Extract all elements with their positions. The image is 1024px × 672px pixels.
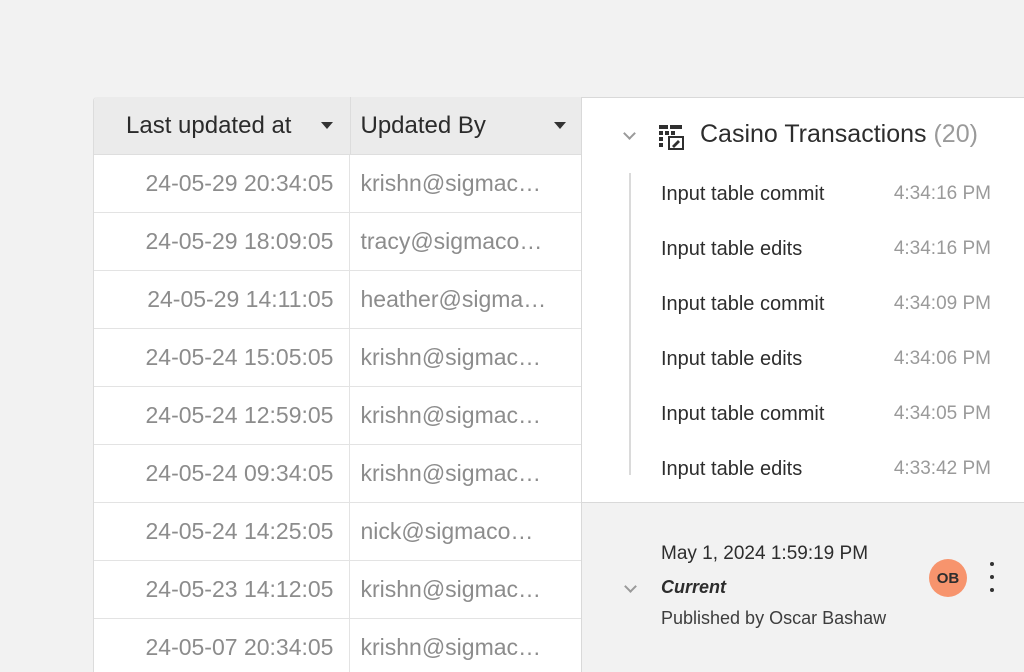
cell-updated-at[interactable]: 24-05-07 20:34:05 [94,619,351,672]
table-row[interactable]: 24-05-29 14:11:05 heather@sigma… [94,271,582,329]
event-label: Input table edits [661,237,803,260]
event-time: 4:34:06 PM [893,348,991,369]
published-by: Published by Oscar Bashaw [661,608,887,628]
group-title[interactable]: Casino Transactions (20) [700,120,978,149]
event-label: Input table edits [661,457,803,480]
history-event[interactable]: Input table edits 4:33:42 PM [661,454,991,484]
version-history-panel: Casino Transactions (20) Input table com… [581,97,1024,672]
version-status: Current [661,577,727,597]
cell-updated-at[interactable]: 24-05-24 14:25:05 [94,503,351,560]
cell-updated-by[interactable]: krishn@sigmac… [350,329,582,386]
cell-updated-by[interactable]: krishn@sigmac… [350,155,582,212]
cell-updated-by[interactable]: krishn@sigmac… [350,619,582,672]
cell-updated-at[interactable]: 24-05-29 18:09:05 [94,213,351,270]
group-title-text: Casino Transactions [700,120,927,148]
chevron-down-icon[interactable] [624,580,637,593]
column-header-label: Updated By [360,111,486,139]
event-label: Input table commit [661,292,825,315]
column-header-label: Last updated at [126,111,292,139]
table-row[interactable]: 24-05-29 18:09:05 tracy@sigmaco… [94,213,582,271]
event-label: Input table edits [661,347,803,370]
history-event[interactable]: Input table commit 4:34:09 PM [661,289,991,319]
cell-updated-at[interactable]: 24-05-23 14:12:05 [94,561,351,618]
history-group: Casino Transactions (20) Input table com… [582,98,1024,503]
column-header-updated-by[interactable]: Updated By [351,97,583,154]
cell-updated-by[interactable]: krishn@sigmac… [350,561,582,618]
event-label: Input table commit [661,182,825,205]
history-event[interactable]: Input table edits 4:34:06 PM [661,344,991,374]
data-table: Last updated at Updated By 24-05-29 20:3… [93,97,582,672]
avatar: OB [929,559,967,597]
table-row[interactable]: 24-05-29 20:34:05 krishn@sigmac… [94,155,582,213]
input-table-icon [659,125,684,150]
table-row[interactable]: 24-05-24 14:25:05 nick@sigmaco… [94,503,582,561]
cell-updated-by[interactable]: tracy@sigmaco… [350,213,582,270]
event-time: 4:34:16 PM [893,238,991,259]
history-event[interactable]: Input table commit 4:34:16 PM [661,179,991,209]
chevron-down-icon[interactable] [623,127,636,140]
version-date: May 1, 2024 1:59:19 PM [661,543,869,564]
cell-updated-by[interactable]: heather@sigma… [350,271,582,328]
cell-updated-at[interactable]: 24-05-24 15:05:05 [94,329,351,386]
table-row[interactable]: 24-05-24 12:59:05 krishn@sigmac… [94,387,582,445]
cell-updated-at[interactable]: 24-05-29 20:34:05 [94,155,351,212]
event-label: Input table commit [661,402,825,425]
cell-updated-by[interactable]: krishn@sigmac… [350,387,582,444]
caret-down-icon[interactable] [320,122,333,129]
table-row[interactable]: 24-05-24 15:05:05 krishn@sigmac… [94,329,582,387]
table-row[interactable]: 24-05-24 09:34:05 krishn@sigmac… [94,445,582,503]
history-event[interactable]: Input table edits 4:34:16 PM [661,234,991,264]
event-time: 4:33:42 PM [893,458,991,479]
cell-updated-at[interactable]: 24-05-24 12:59:05 [94,387,351,444]
table-row[interactable]: 24-05-07 20:34:05 krishn@sigmac… [94,619,582,672]
caret-down-icon[interactable] [554,122,566,129]
more-options-icon[interactable] [987,562,997,592]
event-time: 4:34:05 PM [893,403,991,424]
event-time: 4:34:16 PM [893,183,991,204]
current-version-item[interactable]: May 1, 2024 1:59:19 PM Current Published… [582,503,1024,672]
history-event[interactable]: Input table commit 4:34:05 PM [661,399,991,429]
group-count: (20) [933,120,978,148]
timeline-line [629,173,631,475]
cell-updated-at[interactable]: 24-05-24 09:34:05 [94,445,351,502]
cell-updated-by[interactable]: krishn@sigmac… [350,445,582,502]
cell-updated-by[interactable]: nick@sigmaco… [350,503,582,560]
table-header: Last updated at Updated By [94,97,582,155]
column-header-last-updated-at[interactable]: Last updated at [94,97,351,154]
cell-updated-at[interactable]: 24-05-29 14:11:05 [94,271,351,328]
table-row[interactable]: 24-05-23 14:12:05 krishn@sigmac… [94,561,582,619]
event-time: 4:34:09 PM [893,293,991,314]
